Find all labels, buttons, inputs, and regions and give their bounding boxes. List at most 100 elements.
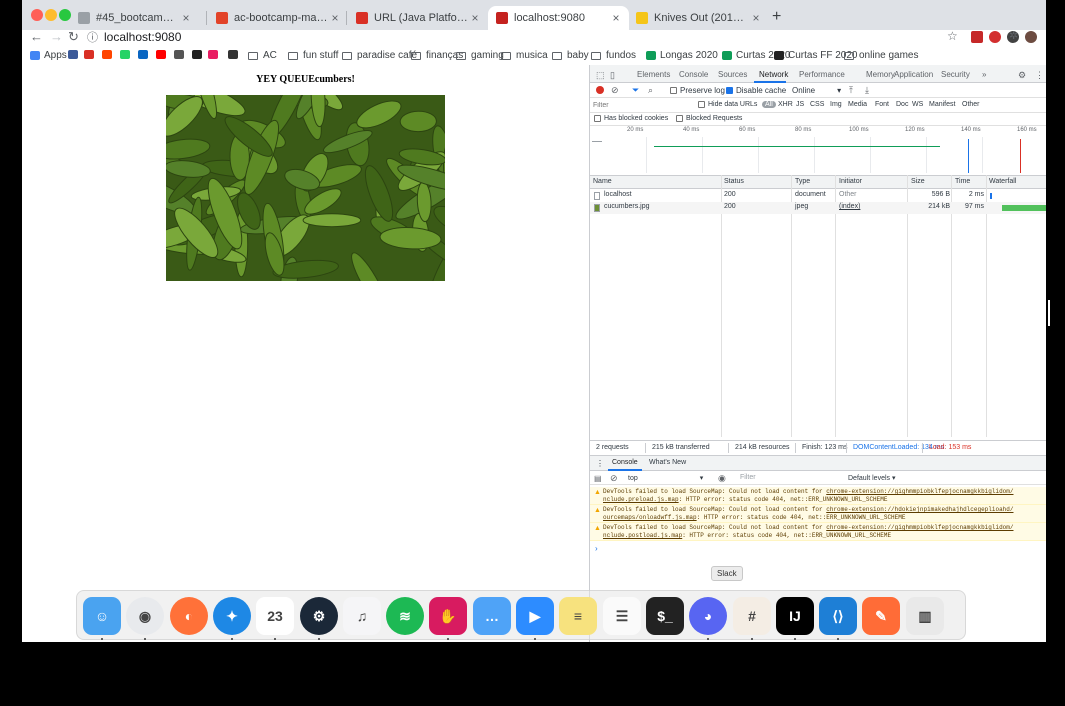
steam-icon[interactable]: ⚙ xyxy=(300,597,338,635)
warning-url[interactable]: nclude.preload.js.map xyxy=(603,496,679,503)
devtools-tab-application[interactable]: Application xyxy=(894,70,933,79)
record-button[interactable] xyxy=(596,86,604,94)
devtools-tab-memory[interactable]: Memory xyxy=(866,70,895,79)
extension-icon-2[interactable] xyxy=(989,31,1001,43)
slack-icon[interactable]: # xyxy=(733,597,771,635)
bookmark-6[interactable] xyxy=(156,50,170,59)
info-icon[interactable]: ⓘ xyxy=(87,32,98,44)
has-blocked-cookies-checkbox[interactable]: Has blocked cookies xyxy=(594,115,668,122)
warning-url[interactable]: nclude.postload.js.map xyxy=(603,532,682,539)
clear-console-icon[interactable]: ⊘ xyxy=(610,473,618,484)
device-toolbar-icon[interactable]: ▯ xyxy=(610,70,615,81)
devtools-tab-[interactable]: » xyxy=(982,70,986,79)
hand-app-icon[interactable]: ✋ xyxy=(429,597,467,635)
chrome-icon[interactable]: ◉ xyxy=(126,597,164,635)
devtools-tab-security[interactable]: Security xyxy=(941,70,970,79)
profile-avatar[interactable] xyxy=(1025,31,1037,43)
reminders-icon[interactable]: ☰ xyxy=(603,597,641,635)
column-header-type[interactable]: Type xyxy=(795,178,810,185)
bookmark-16[interactable]: musica xyxy=(501,50,548,61)
drawer-menu-icon[interactable]: ⋮ xyxy=(596,459,604,468)
column-header-time[interactable]: Time xyxy=(955,178,970,185)
bookmark-star-icon[interactable]: ☆ xyxy=(947,30,958,43)
bookmark-18[interactable]: fundos xyxy=(591,50,636,61)
terminal-icon[interactable]: $_ xyxy=(646,597,684,635)
bookmark-5[interactable] xyxy=(138,50,152,59)
bookmark-12[interactable]: fun stuff xyxy=(288,50,338,61)
filter-icon[interactable]: ⏷ xyxy=(632,85,639,96)
bookmark-9[interactable] xyxy=(208,50,222,59)
warning-url[interactable]: chrome-extension://hdokiejnpimakedhajhdl… xyxy=(826,506,1013,513)
bookmark-15[interactable]: gaming xyxy=(456,50,504,61)
type-filter-other[interactable]: Other xyxy=(962,101,980,108)
network-filter-input[interactable] xyxy=(593,100,691,111)
tab-close-icon[interactable]: × xyxy=(468,11,482,25)
log-levels-select[interactable]: Default levels ▾ xyxy=(848,474,895,482)
hide-data-urls-checkbox[interactable]: Hide data URLs xyxy=(698,101,757,108)
devtools-tab-console[interactable]: Console xyxy=(679,70,708,79)
notes-icon[interactable]: ≡ xyxy=(559,597,597,635)
forward-button[interactable]: → xyxy=(50,30,63,43)
devtools-tab-performance[interactable]: Performance xyxy=(799,70,845,79)
back-button[interactable]: ← xyxy=(30,30,43,43)
tab-whats-new[interactable]: What's New xyxy=(649,459,686,466)
eye-icon[interactable]: ◉ xyxy=(718,473,726,484)
request-row[interactable]: cucumbers.jpg 200 jpeg (index) 214 kB 97 ms xyxy=(590,202,1046,214)
bookmark-4[interactable] xyxy=(120,50,134,59)
warning-url[interactable]: chrome-extension://gighmmpiobklfepjocnam… xyxy=(826,524,1013,531)
column-header-status[interactable]: Status xyxy=(724,178,744,185)
upload-icon[interactable]: ⤒ xyxy=(849,85,853,96)
bookmark-1[interactable] xyxy=(68,50,82,59)
reload-button[interactable]: ↻ xyxy=(68,30,79,43)
bookmark-17[interactable]: baby xyxy=(552,50,589,61)
column-header-size[interactable]: Size xyxy=(911,178,925,185)
column-header-initiator[interactable]: Initiator xyxy=(839,178,862,185)
type-filter-ws[interactable]: WS xyxy=(912,101,923,108)
column-header-name[interactable]: Name xyxy=(593,178,612,185)
finder-icon[interactable]: ☺ xyxy=(83,597,121,635)
minimize-window-button[interactable] xyxy=(45,9,57,21)
bookmark-3[interactable] xyxy=(102,50,116,59)
disable-cache-checkbox[interactable]: Disable cache xyxy=(726,86,786,95)
trash-icon[interactable]: ▥ xyxy=(906,597,944,635)
tab-close-icon[interactable]: × xyxy=(749,11,763,25)
close-window-button[interactable] xyxy=(31,9,43,21)
tab-close-icon[interactable]: × xyxy=(609,11,623,25)
tab-0[interactable]: #45_bootcamp | Trello× xyxy=(70,6,199,30)
devtools-tab-network[interactable]: Network xyxy=(759,70,788,79)
type-filter-js[interactable]: JS xyxy=(796,101,804,108)
warning-url[interactable]: chrome-extension://gighmmpiobklfepjocnam… xyxy=(826,488,1013,495)
type-filter-css[interactable]: CSS xyxy=(810,101,824,108)
safari-icon[interactable]: ✦ xyxy=(213,597,251,635)
type-filter-all[interactable]: All xyxy=(762,101,776,108)
zoom-icon[interactable]: ▶ xyxy=(516,597,554,635)
vscode-icon[interactable]: ⟨⟩ xyxy=(819,597,857,635)
type-filter-font[interactable]: Font xyxy=(875,101,889,108)
throttle-select[interactable]: Online ▾ xyxy=(792,86,841,95)
type-filter-manifest[interactable]: Manifest xyxy=(929,101,955,108)
tab-4[interactable]: Knives Out (2019) - IMDb× xyxy=(628,6,769,30)
console-prompt[interactable]: › xyxy=(595,544,598,553)
context-select[interactable]: top ▾ xyxy=(628,474,703,482)
devtools-tab-elements[interactable]: Elements xyxy=(637,70,670,79)
extensions-puzzle-icon[interactable]: ✲ xyxy=(1009,30,1018,43)
bookmark-2[interactable] xyxy=(84,50,98,59)
blocked-requests-checkbox[interactable]: Blocked Requests xyxy=(676,115,742,122)
column-header-waterfall[interactable]: Waterfall xyxy=(989,178,1016,185)
window-resize-handle[interactable] xyxy=(1048,300,1050,326)
clear-icon[interactable]: ⊘ xyxy=(611,85,619,96)
bookmark-10[interactable] xyxy=(228,50,242,59)
tab-console[interactable]: Console xyxy=(612,459,638,466)
devtools-tab-sources[interactable]: Sources xyxy=(718,70,747,79)
itunes-icon[interactable]: ♫ xyxy=(343,597,381,635)
preserve-log-checkbox[interactable]: Preserve log xyxy=(670,86,725,95)
intellij-icon[interactable]: IJ xyxy=(776,597,814,635)
messages-icon[interactable]: … xyxy=(473,597,511,635)
settings-icon[interactable]: ⚙ xyxy=(1018,70,1026,81)
download-icon[interactable]: ⤓ xyxy=(865,85,869,96)
bookmark-22[interactable]: online games xyxy=(844,50,918,61)
console-filter-input[interactable]: Filter xyxy=(740,474,756,481)
inspect-icon[interactable]: ⬚ xyxy=(596,70,605,81)
request-row[interactable]: localhost 200 document Other 596 B 2 ms xyxy=(590,190,1046,202)
tab-1[interactable]: ac-bootcamp-materials / bootc× xyxy=(208,6,348,30)
